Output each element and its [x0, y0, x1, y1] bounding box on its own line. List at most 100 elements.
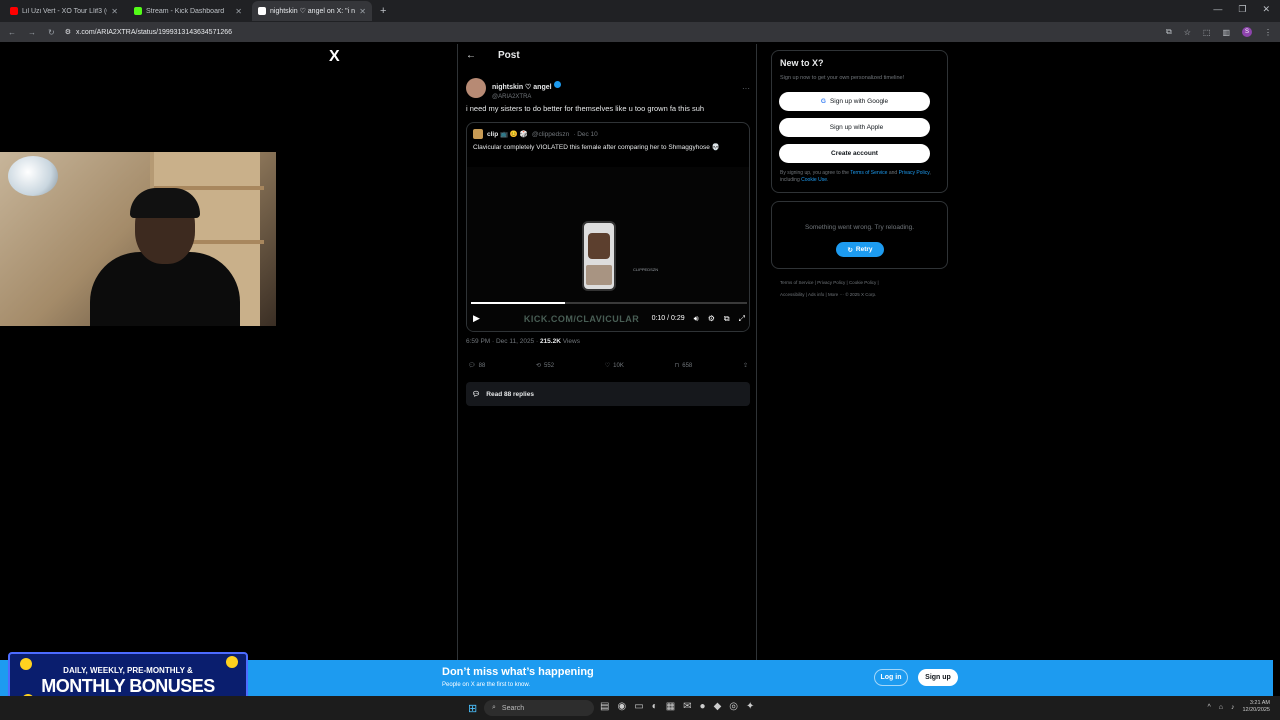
- error-card: Something went wrong. Try reloading. ↻ Re…: [771, 201, 948, 269]
- cookie-link[interactable]: Cookie Use: [801, 177, 827, 183]
- footer-link[interactable]: Accessibility: [780, 292, 805, 297]
- mail-icon[interactable]: ✉: [683, 701, 691, 712]
- login-button[interactable]: Log in: [874, 669, 908, 686]
- share-button[interactable]: ⇪: [743, 362, 748, 369]
- reply-button[interactable]: 💬︎ 88: [468, 362, 485, 370]
- url-input[interactable]: x.com/ARIA2XTRA/status/19993131436345712…: [76, 29, 232, 36]
- avatar[interactable]: [466, 78, 486, 98]
- bookmark-star-icon[interactable]: ☆: [1184, 28, 1191, 37]
- fullscreen-icon[interactable]: ⤢: [739, 314, 745, 324]
- lamp-image: [8, 156, 58, 196]
- tab-title: Lil Uzi Vert - XO Tour Llif3 (Offi: [22, 7, 107, 15]
- pip-icon[interactable]: ⧉: [724, 314, 730, 324]
- close-tab-icon[interactable]: ✕: [235, 7, 242, 16]
- footer-link[interactable]: More ···: [828, 292, 844, 297]
- close-tab-icon[interactable]: ✕: [111, 7, 118, 16]
- video-player[interactable]: CLIPPEDSZN ▶ KICK.COM/CLAVICULAR 0:10 / …: [467, 167, 749, 331]
- address-bar: ← → ↻ ⚙ x.com/ARIA2XTRA/status/199931314…: [0, 22, 1280, 42]
- install-icon[interactable]: ⧉: [1166, 27, 1172, 37]
- footer-link[interactable]: Privacy Policy: [817, 280, 845, 285]
- network-icon[interactable]: ⌂: [1219, 704, 1223, 711]
- app-icon[interactable]: ◆: [714, 701, 722, 712]
- retry-button[interactable]: ↻ Retry: [836, 242, 884, 257]
- views-count: 215.2K: [539, 338, 561, 345]
- menu-icon[interactable]: ⋮: [1264, 28, 1272, 37]
- app-icon[interactable]: ✦: [746, 701, 754, 712]
- windows-start-icon[interactable]: ⊞: [468, 702, 477, 715]
- site-info-icon[interactable]: ⚙: [65, 28, 71, 36]
- video-controls: ▶ KICK.COM/CLAVICULAR 0:10 / 0:29 🔊︎ ⚙ ⧉…: [473, 313, 745, 324]
- chrome-icon[interactable]: ◎: [729, 701, 738, 712]
- extensions-icon[interactable]: ⬚: [1203, 28, 1211, 37]
- tab-title: Stream - Kick Dashboard: [146, 7, 225, 15]
- video-progress-bar[interactable]: [471, 302, 747, 304]
- video-thumbnail: [582, 221, 616, 291]
- kick-icon: [134, 7, 142, 15]
- google-signup-button[interactable]: G Sign up with Google: [779, 92, 930, 111]
- right-sidebar: New to X? Sign up now to get your own pe…: [771, 50, 948, 301]
- signup-button[interactable]: Sign up: [918, 669, 958, 686]
- page-title: Post: [498, 50, 520, 61]
- x-logo-icon[interactable]: X: [329, 48, 340, 66]
- bookmark-button[interactable]: ⊓ 658: [674, 362, 693, 370]
- taskbar-search[interactable]: ⌕ Search: [484, 700, 594, 716]
- terms-link[interactable]: Terms of Service: [850, 170, 887, 176]
- edge-icon[interactable]: ◐: [652, 701, 658, 712]
- profile-avatar[interactable]: S: [1242, 27, 1252, 37]
- play-icon[interactable]: ▶: [473, 313, 480, 324]
- clock[interactable]: 3:21 AM 12/20/2025: [1242, 700, 1270, 714]
- author-name[interactable]: nightskin ♡ angel: [492, 84, 552, 91]
- refresh-icon: ↻: [847, 246, 853, 254]
- signup-card: New to X? Sign up now to get your own pe…: [771, 50, 948, 193]
- new-tab-button[interactable]: +: [380, 5, 386, 17]
- tray-chevron-icon[interactable]: ^: [1207, 704, 1210, 711]
- volume-tray-icon[interactable]: ♪: [1231, 704, 1235, 711]
- back-icon[interactable]: ←: [8, 28, 16, 37]
- more-options-icon[interactable]: ···: [742, 84, 750, 93]
- settings-icon[interactable]: ⚙: [708, 314, 715, 323]
- browser-icon[interactable]: ◉: [617, 701, 626, 712]
- quote-avatar: [473, 129, 483, 139]
- minimize-icon[interactable]: —: [1213, 4, 1222, 15]
- browser-tab-active[interactable]: nightskin ♡ angel on X: "i need ✕: [252, 1, 372, 21]
- store-icon[interactable]: ▦: [666, 701, 675, 712]
- footer-link[interactable]: Terms of Service: [780, 280, 814, 285]
- browser-tab[interactable]: Stream - Kick Dashboard ✕: [128, 1, 248, 21]
- create-account-button[interactable]: Create account: [779, 144, 930, 163]
- apple-signup-button[interactable]: Sign up with Apple: [779, 118, 930, 137]
- tweet-timestamp[interactable]: 6:59 PM · Dec 11, 2025 ·: [466, 338, 540, 345]
- signup-subtitle: Sign up now to get your own personalized…: [780, 75, 905, 81]
- repost-button[interactable]: ⟲ 552: [536, 362, 554, 370]
- window-controls: — ❐ ✕: [1213, 4, 1270, 15]
- spotify-icon[interactable]: ●: [700, 701, 706, 712]
- like-button[interactable]: ♡ 10K: [605, 362, 624, 370]
- error-message: Something went wrong. Try reloading.: [804, 224, 915, 231]
- reply-icon: 💬︎: [468, 363, 476, 369]
- read-replies-button[interactable]: 💬︎ Read 88 replies: [466, 382, 750, 406]
- x-icon: [258, 7, 266, 15]
- reload-icon[interactable]: ↻: [48, 28, 55, 37]
- footer-link[interactable]: Cookie Policy: [849, 280, 876, 285]
- footer-link[interactable]: Ads info: [808, 292, 824, 297]
- tweet-author: nightskin ♡ angel @ARIA2XTRA ···: [466, 76, 750, 100]
- file-explorer-icon[interactable]: ▤: [600, 701, 609, 712]
- quoted-tweet[interactable]: clip 📺 😊 🎲 @clippedszn · Dec 10 Clavicul…: [466, 122, 750, 332]
- system-tray: ^ ⌂ ♪ 3:21 AM 12/20/2025: [1207, 700, 1270, 714]
- banner-title: Don’t miss what’s happening: [442, 666, 594, 678]
- volume-icon[interactable]: 🔊︎: [694, 314, 699, 324]
- tweet-meta: 6:59 PM · Dec 11, 2025 · 215.2K Views: [466, 338, 580, 345]
- quote-author-handle: @clippedszn: [531, 130, 570, 138]
- forward-icon[interactable]: →: [28, 28, 36, 37]
- privacy-link[interactable]: Privacy Policy: [899, 170, 930, 176]
- close-tab-icon[interactable]: ✕: [359, 7, 366, 16]
- bookmark-icon: ⊓: [674, 363, 680, 369]
- verified-badge-icon: [553, 81, 561, 89]
- folder-icon[interactable]: ▭: [634, 701, 643, 712]
- chat-bubble-icon: 💬︎: [472, 391, 481, 398]
- back-arrow-icon[interactable]: ←: [466, 50, 476, 61]
- close-window-icon[interactable]: ✕: [1262, 4, 1270, 15]
- author-handle[interactable]: @ARIA2XTRA: [492, 94, 561, 100]
- browser-tab[interactable]: Lil Uzi Vert - XO Tour Llif3 (Offi ✕: [4, 1, 124, 21]
- sidepanel-icon[interactable]: ▥: [1222, 28, 1230, 37]
- maximize-icon[interactable]: ❐: [1238, 4, 1246, 15]
